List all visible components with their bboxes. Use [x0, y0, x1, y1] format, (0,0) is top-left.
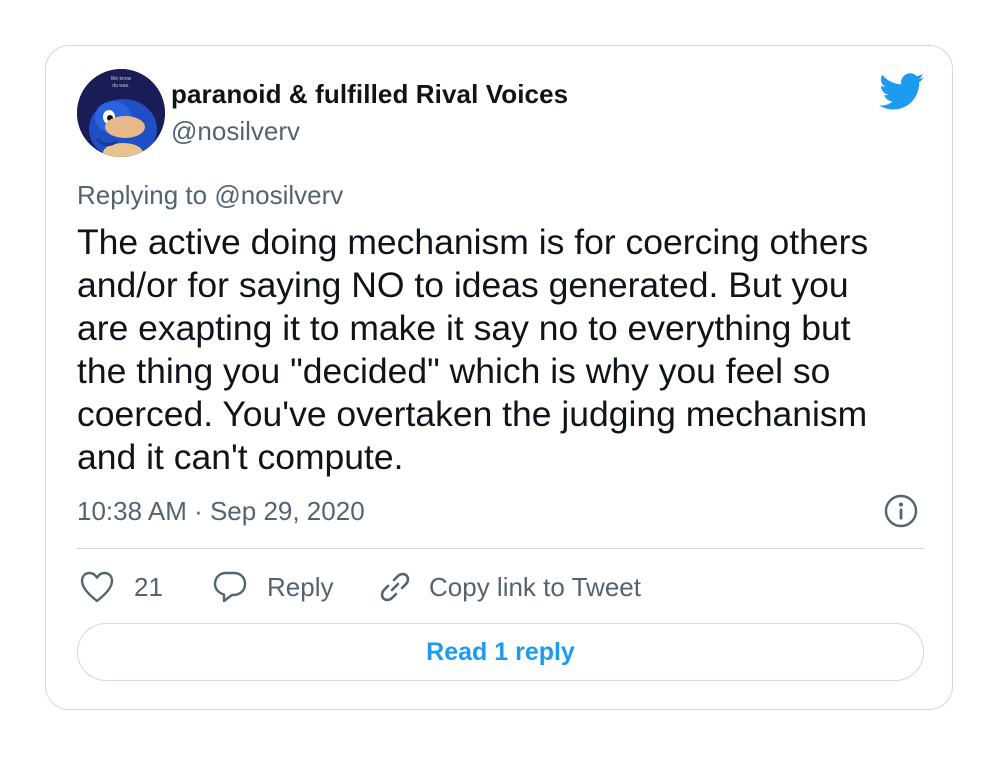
divider	[77, 548, 924, 549]
reply-button[interactable]: Reply	[210, 564, 333, 610]
read-replies-button[interactable]: Read 1 reply	[77, 623, 924, 681]
replying-to-prefix: Replying to	[77, 180, 215, 210]
heart-icon	[77, 567, 117, 607]
reply-label: Reply	[267, 571, 334, 602]
like-count: 21	[134, 571, 163, 602]
twitter-bird-icon[interactable]	[879, 73, 925, 111]
action-bar: 21 Reply Copy link to Tweet	[77, 564, 924, 610]
replying-to: Replying to @nosilverv	[77, 180, 343, 211]
author-handle[interactable]: @nosilverv	[171, 116, 300, 147]
copy-link-label: Copy link to Tweet	[429, 571, 641, 602]
copy-link-button[interactable]: Copy link to Tweet	[375, 564, 641, 610]
avatar-caption-line2: da wae.	[112, 83, 130, 89]
avatar-caption-line1: We know	[111, 76, 132, 82]
info-icon[interactable]	[884, 494, 918, 528]
link-icon	[375, 567, 415, 607]
tweet-text: The active doing mechanism is for coerci…	[77, 222, 869, 477]
avatar-image: We know da wae.	[77, 69, 165, 157]
info-icon-svg	[884, 494, 918, 528]
like-button[interactable]: 21	[77, 564, 163, 610]
tweet-card: We know da wae. paranoid & fulfilled Riv…	[45, 45, 953, 710]
replying-to-handle-link[interactable]: @nosilverv	[214, 180, 343, 210]
author-name[interactable]: paranoid & fulfilled Rival Voices	[171, 79, 568, 110]
twitter-bird-svg	[879, 73, 925, 110]
avatar[interactable]: We know da wae.	[77, 69, 165, 157]
tweet-timestamp[interactable]: 10:38 AM · Sep 29, 2020	[77, 496, 365, 527]
speech-bubble-icon	[210, 567, 250, 607]
